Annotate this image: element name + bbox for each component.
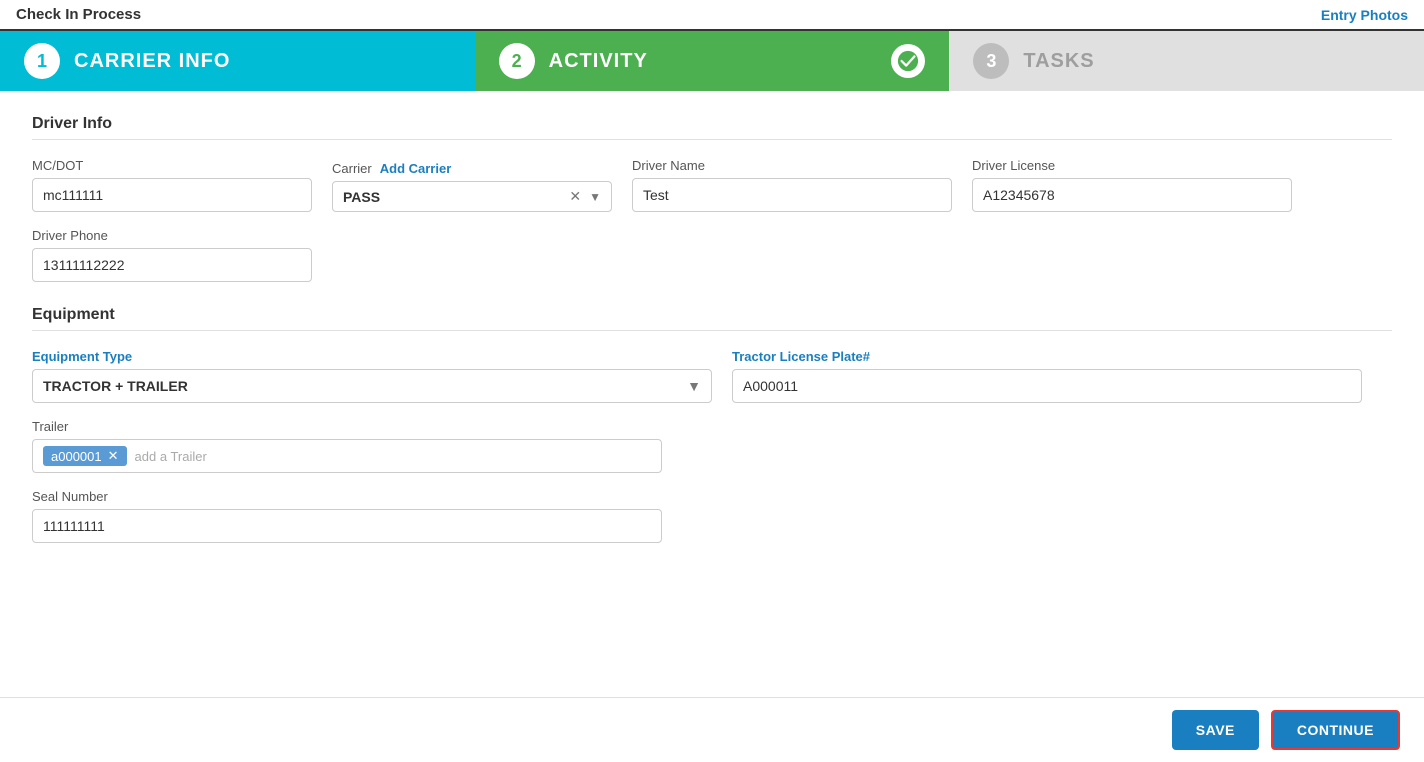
footer-bar: SAVE CONTINUE [0,697,1424,762]
mcdot-label: MC/DOT [32,158,312,173]
seal-number-input[interactable] [32,509,662,543]
equipment-section: Equipment Equipment Type TRACTOR + TRAIL… [32,306,1392,543]
equipment-row-3: Seal Number [32,489,1392,543]
driver-info-row-1: MC/DOT Carrier Add Carrier PASS ✕ ▼ Driv… [32,158,1392,212]
add-carrier-label[interactable]: Add Carrier [380,161,452,176]
carrier-clear-icon[interactable]: ✕ [569,188,581,205]
trailer-placeholder: add a Trailer [135,449,207,464]
mcdot-input[interactable] [32,178,312,212]
equipment-type-value: TRACTOR + TRAILER [43,378,679,394]
main-content: Driver Info MC/DOT Carrier Add Carrier P… [0,91,1424,583]
equipment-type-label: Equipment Type [32,349,712,364]
carrier-select[interactable]: PASS ✕ ▼ [332,181,612,212]
driver-info-section-title: Driver Info [32,115,1392,140]
driver-phone-input[interactable] [32,248,312,282]
step-2[interactable]: 2 ACTIVITY [475,31,950,91]
seal-number-group: Seal Number [32,489,662,543]
driver-info-row-2: Driver Phone [32,228,1392,282]
tractor-license-label: Tractor License Plate# [732,349,1362,364]
trailer-tag-value: a000001 [51,449,102,464]
step-1[interactable]: 1 CARRIER INFO [0,31,475,91]
trailer-group: Trailer a000001 ✕ add a Trailer [32,419,662,473]
save-button[interactable]: SAVE [1172,710,1259,750]
step-2-number: 2 [499,43,535,79]
trailer-input[interactable]: a000001 ✕ add a Trailer [32,439,662,473]
steps-bar: 1 CARRIER INFO 2 ACTIVITY 3 TASKS [0,31,1424,91]
step-3-number: 3 [973,43,1009,79]
mcdot-group: MC/DOT [32,158,312,212]
equipment-type-chevron-icon[interactable]: ▼ [687,378,701,394]
driver-phone-label: Driver Phone [32,228,312,243]
equipment-row-2: Trailer a000001 ✕ add a Trailer [32,419,1392,473]
driver-name-label: Driver Name [632,158,952,173]
step-2-label: ACTIVITY [549,50,648,73]
step-2-check-icon [891,44,925,78]
equipment-section-title: Equipment [32,306,1392,331]
entry-photos-link[interactable]: Entry Photos [1321,7,1408,23]
trailer-label: Trailer [32,419,662,434]
step-3-label: TASKS [1023,50,1094,73]
step-1-number: 1 [24,43,60,79]
step-1-label: CARRIER INFO [74,50,230,73]
continue-button[interactable]: CONTINUE [1271,710,1400,750]
driver-license-label: Driver License [972,158,1292,173]
carrier-chevron-icon[interactable]: ▼ [589,190,601,204]
tractor-license-input[interactable] [732,369,1362,403]
driver-name-input[interactable] [632,178,952,212]
driver-name-group: Driver Name [632,158,952,212]
trailer-tag-remove-icon[interactable]: ✕ [108,448,119,464]
top-bar: Check In Process Entry Photos [0,0,1424,31]
equipment-row-1: Equipment Type TRACTOR + TRAILER ▼ Tract… [32,349,1392,403]
carrier-group: Carrier Add Carrier PASS ✕ ▼ [332,161,612,212]
carrier-value: PASS [343,189,561,205]
seal-number-label: Seal Number [32,489,662,504]
driver-license-group: Driver License [972,158,1292,212]
carrier-label: Carrier [332,161,372,176]
step-3: 3 TASKS [949,31,1424,91]
tractor-license-group: Tractor License Plate# [732,349,1362,403]
page-title: Check In Process [16,6,141,23]
driver-license-input[interactable] [972,178,1292,212]
equipment-type-group: Equipment Type TRACTOR + TRAILER ▼ [32,349,712,403]
driver-phone-group: Driver Phone [32,228,312,282]
trailer-tag: a000001 ✕ [43,446,127,466]
